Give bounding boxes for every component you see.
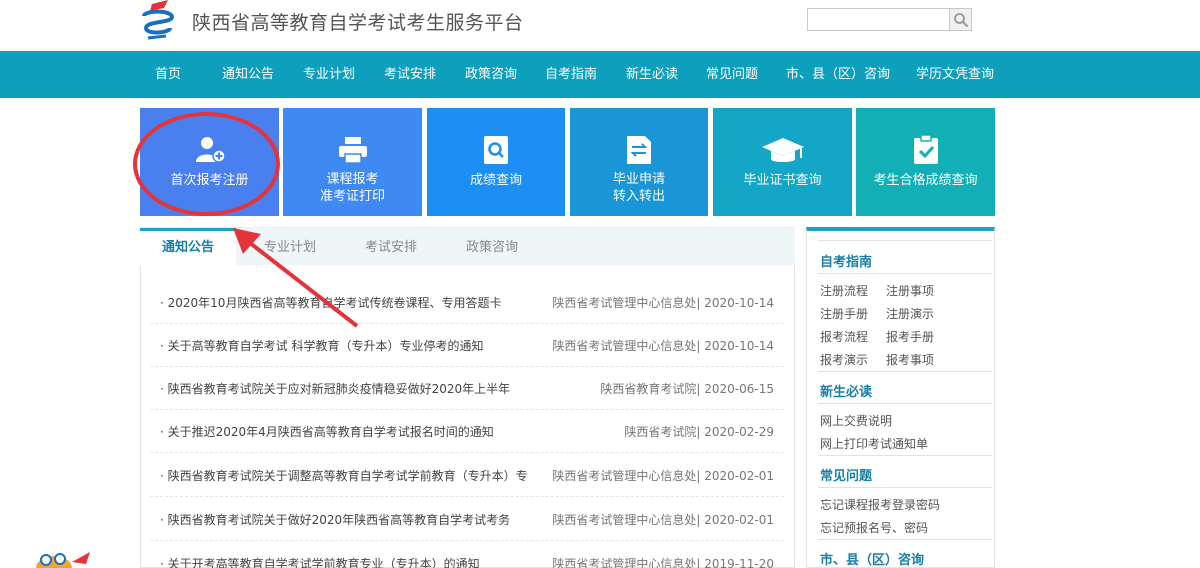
nav-newbie[interactable]: 新生必读 — [626, 51, 678, 98]
logo-icon — [142, 0, 175, 40]
sidebar-link[interactable]: 忘记预报名号、密码 — [820, 519, 928, 536]
news-meta: 陕西省考试管理中心信息处| 2020-02-01 — [552, 513, 774, 527]
divider — [818, 273, 992, 274]
tile-graduation-transfer[interactable]: 毕业申请 转入转出 — [570, 108, 708, 216]
printer-icon — [338, 137, 367, 164]
tile-label: 毕业证书查询 — [743, 173, 822, 188]
sidebar-link[interactable]: 报考流程 — [820, 328, 868, 345]
divider — [818, 371, 992, 372]
nav-major-plan[interactable]: 专业计划 — [303, 51, 355, 98]
sidebar-link[interactable]: 注册手册 — [820, 305, 868, 322]
tile-score-query[interactable]: 成绩查询 — [427, 108, 565, 216]
sidebar-link[interactable]: 注册演示 — [886, 305, 934, 322]
news-item[interactable]: · 陕西省教育考试院关于做好2020年陕西省高等教育自学考试考务 陕西省考试管理… — [150, 498, 784, 541]
news-meta: 陕西省考试管理中心信息处| 2020-10-14 — [552, 296, 774, 310]
news-meta: 陕西省考试院| 2020-02-29 — [624, 425, 774, 439]
nav-faq[interactable]: 常见问题 — [706, 51, 758, 98]
tile-label: 考生合格成绩查询 — [873, 173, 978, 188]
news-meta: 陕西省教育考试院| 2020-06-15 — [600, 382, 774, 396]
news-title: · 陕西省教育考试院关于调整高等教育自学考试学前教育（专升本）专 — [160, 469, 528, 483]
sidebar-link[interactable]: 报考手册 — [886, 328, 934, 345]
nav-county[interactable]: 市、县（区）咨询 — [786, 51, 890, 98]
tile-label: 成绩查询 — [469, 173, 522, 188]
news-title: · 陕西省教育考试院关于应对新冠肺炎疫情稳妥做好2020年上半年 — [160, 382, 511, 396]
tile-label: 课程报考 准考证打印 — [283, 171, 422, 205]
sidebar-link[interactable]: 网上打印考试通知单 — [820, 435, 928, 452]
news-title: · 关于高等教育自学考试 科学教育（专升本）专业停考的通知 — [160, 339, 484, 353]
search-document-icon — [484, 136, 508, 164]
search-input[interactable] — [807, 8, 950, 31]
main-nav: 首页 通知公告 专业计划 考试安排 政策咨询 自考指南 新生必读 常见问题 市、… — [0, 51, 1200, 98]
nav-notices[interactable]: 通知公告 — [222, 51, 274, 98]
nav-diploma-query[interactable]: 学历文凭查询 — [916, 51, 994, 98]
divider — [818, 240, 992, 241]
tile-label: 毕业申请 转入转出 — [570, 171, 708, 205]
search-icon — [954, 13, 969, 28]
transfer-document-icon — [627, 136, 651, 164]
tab-policy[interactable]: 政策咨询 — [466, 228, 518, 266]
news-item[interactable]: · 关于推迟2020年4月陕西省高等教育自学考试报名时间的通知 陕西省考试院| … — [150, 410, 784, 453]
news-meta: 陕西省考试管理中心信息处| 2020-10-14 — [552, 339, 774, 353]
tile-label-line: 转入转出 — [612, 189, 665, 204]
sidebar-heading-county: 市、县（区）咨询 — [820, 553, 925, 568]
tab-exam-schedule[interactable]: 考试安排 — [365, 228, 417, 266]
sidebar-link[interactable]: 网上交费说明 — [820, 412, 892, 429]
news-title: · 陕西省教育考试院关于做好2020年陕西省高等教育自学考试考务 — [160, 513, 511, 527]
site-title: 陕西省高等教育自学考试考生服务平台 — [192, 12, 524, 34]
tile-course-registration[interactable]: 课程报考 准考证打印 — [283, 108, 422, 216]
tile-label-line: 课程报考 — [326, 172, 379, 187]
divider — [818, 487, 992, 488]
news-meta: 陕西省考试管理中心信息处| 2019-11-20 — [552, 557, 774, 568]
divider — [818, 455, 992, 456]
news-item[interactable]: · 陕西省教育考试院关于应对新冠肺炎疫情稳妥做好2020年上半年 陕西省教育考试… — [150, 367, 784, 410]
sidebar-heading-guide: 自考指南 — [820, 255, 873, 270]
sidebar-heading-faq: 常见问题 — [820, 469, 873, 484]
nav-home[interactable]: 首页 — [155, 51, 181, 98]
news-item[interactable]: · 陕西省教育考试院关于调整高等教育自学考试学前教育（专升本）专 陕西省考试管理… — [150, 454, 784, 497]
news-title: · 关于开考高等教育自学考试学前教育专业（专升本）的通知 — [160, 557, 480, 568]
nav-guide[interactable]: 自考指南 — [545, 51, 597, 98]
mascot-icon — [36, 552, 90, 568]
sidebar-link[interactable]: 报考事项 — [886, 351, 934, 368]
annotation-ellipse — [133, 112, 280, 216]
divider — [818, 539, 992, 540]
news-title: · 关于推迟2020年4月陕西省高等教育自学考试报名时间的通知 — [160, 425, 494, 439]
sidebar-link[interactable]: 注册流程 — [820, 282, 868, 299]
tile-label-line: 准考证打印 — [319, 189, 385, 204]
tab-notices[interactable]: 通知公告 — [140, 228, 236, 266]
sidebar-link[interactable]: 注册事项 — [886, 282, 934, 299]
site-header: 陕西省高等教育自学考试考生服务平台 — [0, 0, 1200, 51]
tile-diploma-query[interactable]: 毕业证书查询 — [713, 108, 852, 216]
annotation-arrow-icon — [233, 228, 359, 328]
news-meta: 陕西省考试管理中心信息处| 2020-02-01 — [552, 469, 774, 483]
sidebar-heading-newbie: 新生必读 — [820, 385, 873, 400]
search-button[interactable] — [950, 8, 972, 31]
sidebar-link[interactable]: 报考演示 — [820, 351, 868, 368]
news-item[interactable]: · 关于开考高等教育自学考试学前教育专业（专升本）的通知 陕西省考试管理中心信息… — [150, 542, 784, 568]
nav-policy[interactable]: 政策咨询 — [465, 51, 517, 98]
sidebar-link[interactable]: 忘记课程报考登录密码 — [820, 496, 940, 513]
graduation-cap-icon — [761, 138, 804, 162]
divider — [818, 403, 992, 404]
tile-label-line: 毕业申请 — [612, 172, 665, 187]
tile-qualified-score-query[interactable]: 考生合格成绩查询 — [856, 108, 995, 216]
nav-exam-schedule[interactable]: 考试安排 — [384, 51, 436, 98]
clipboard-check-icon — [913, 134, 938, 164]
